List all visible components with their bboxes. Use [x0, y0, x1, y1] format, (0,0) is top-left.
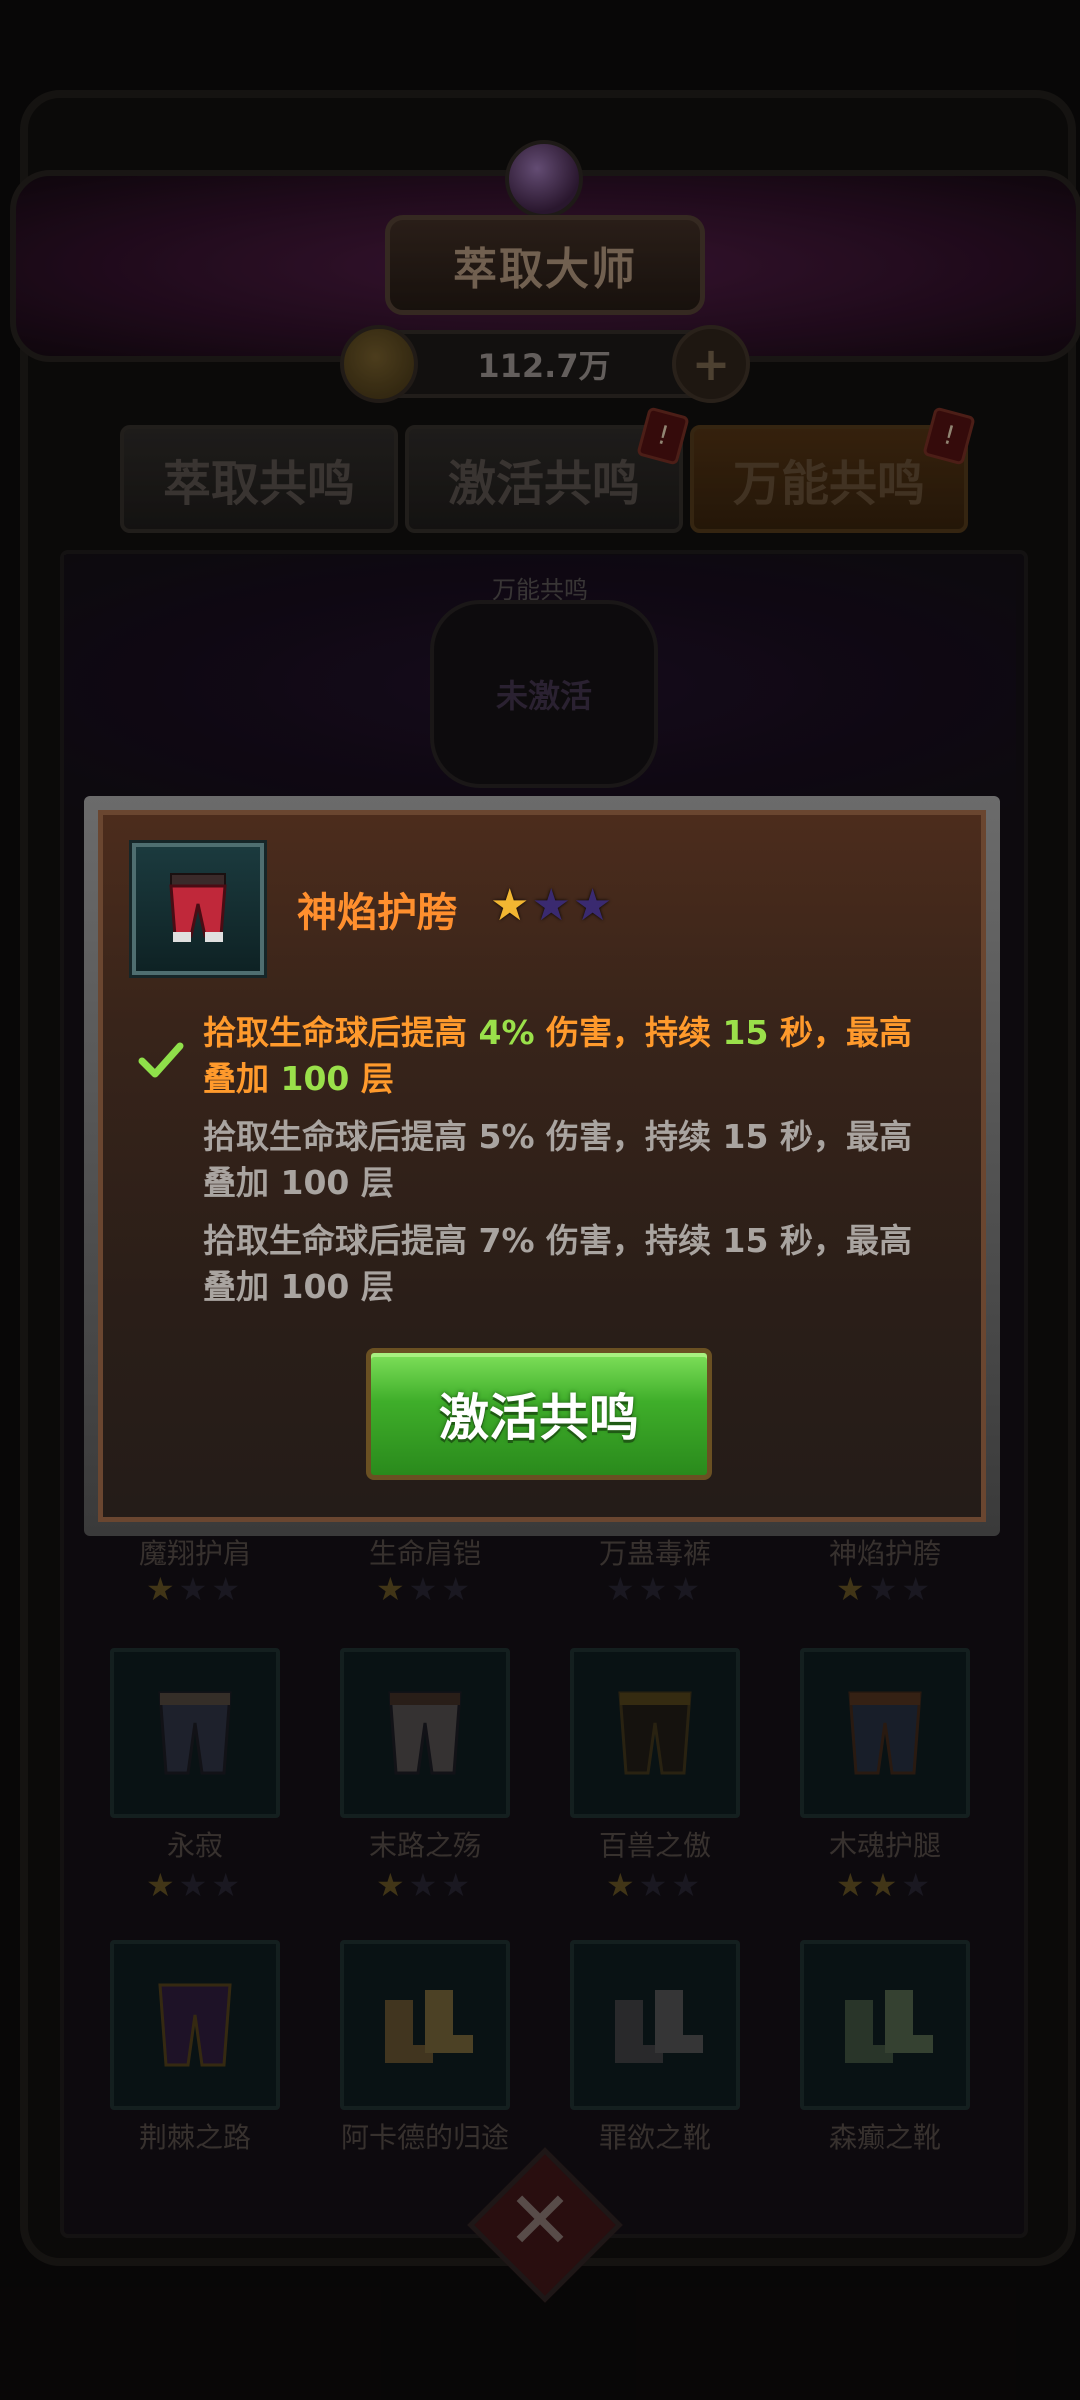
pants-icon — [169, 873, 227, 942]
effect-tier-1: 拾取生命球后提高 4% 伤害，持续 15 秒，最高叠加 100 层 — [203, 1013, 912, 1098]
activate-resonance-button[interactable]: 激活共鸣 — [366, 1348, 712, 1480]
item-star-rating: ★★★ — [490, 880, 614, 931]
star-icon: ★ — [572, 880, 615, 931]
activate-button-label: 激活共鸣 — [439, 1389, 639, 1447]
star-icon: ★ — [531, 880, 573, 931]
effect-tier-3: 拾取生命球后提高 7% 伤害，持续 15 秒，最高叠加 100 层 — [203, 1221, 912, 1306]
item-icon-frame — [129, 840, 267, 978]
effect-tier-2: 拾取生命球后提高 5% 伤害，持续 15 秒，最高叠加 100 层 — [203, 1117, 912, 1202]
item-name: 神焰护胯 — [297, 890, 457, 936]
star-icon: ★ — [490, 880, 532, 931]
check-icon — [138, 1042, 184, 1078]
